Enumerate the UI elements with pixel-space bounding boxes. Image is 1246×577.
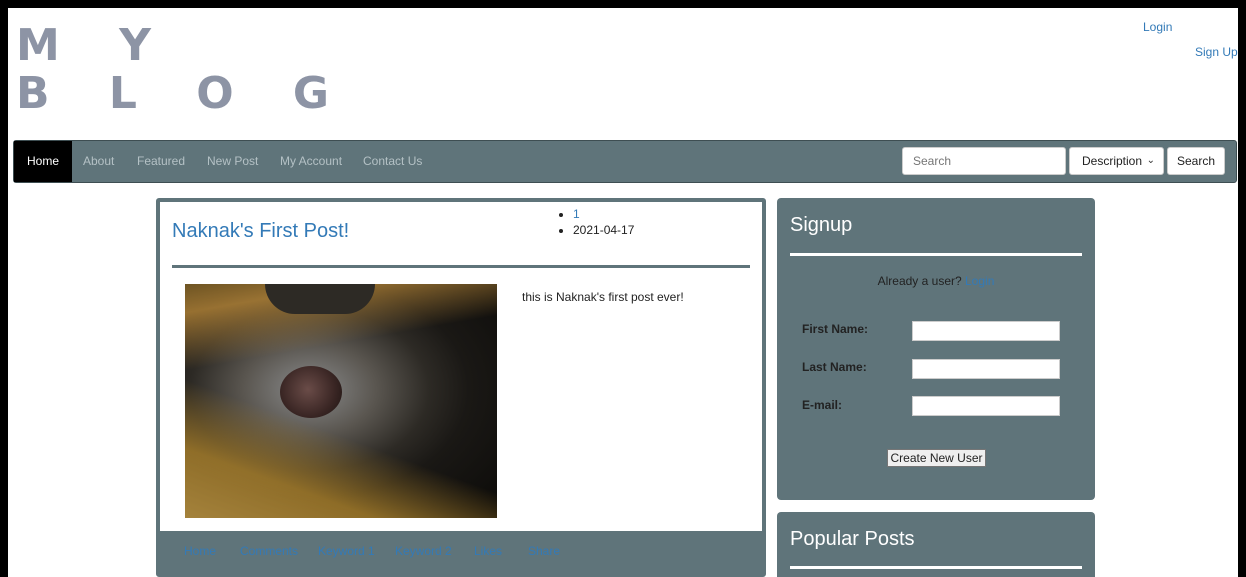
nav-about[interactable]: About (83, 141, 114, 182)
post-divider (172, 265, 750, 268)
signup-title: Signup (790, 214, 853, 236)
nav-home[interactable]: Home (14, 141, 73, 182)
nav-featured[interactable]: Featured (137, 141, 185, 182)
first-name-field[interactable] (912, 321, 1060, 341)
nav-contact-us[interactable]: Contact Us (363, 141, 422, 182)
post-title[interactable]: Naknak's First Post! (172, 220, 349, 243)
post-footer-share[interactable]: Share (528, 544, 560, 558)
post-footer-likes[interactable]: Likes (474, 544, 502, 558)
image-cat-nose (280, 366, 342, 418)
first-name-label: First Name: (802, 322, 869, 336)
post-footer-comments[interactable]: Comments (240, 544, 298, 558)
post-meta-list: 1 2021-04-17 (555, 206, 634, 238)
post-image (185, 284, 497, 518)
logo-line-2: B L O G (16, 68, 352, 119)
search-input[interactable] (902, 147, 1066, 175)
popular-posts-panel: Popular Posts (777, 512, 1095, 577)
popular-title: Popular Posts (790, 528, 915, 550)
post-meta-id: 1 (573, 206, 634, 222)
nav-my-account[interactable]: My Account (280, 141, 342, 182)
search-type-value: Description (1082, 154, 1143, 168)
header-signup-link[interactable]: Sign Up (1195, 45, 1238, 59)
signup-divider (790, 253, 1082, 256)
post-footer-keyword-2[interactable]: Keyword 2 (395, 544, 452, 558)
email-label: E-mail: (802, 398, 843, 412)
header-login-link[interactable]: Login (1143, 20, 1172, 34)
main-navbar: Home About Featured New Post My Account … (13, 140, 1237, 183)
email-field[interactable] (912, 396, 1060, 416)
post-meta-date: 2021-04-17 (573, 222, 634, 238)
already-user-text: Already a user? Login (777, 274, 1095, 288)
post-body: this is Naknak's first post ever! (522, 290, 684, 304)
create-user-button[interactable]: Create New User (887, 449, 986, 467)
signup-login-link[interactable]: Login (965, 274, 994, 288)
image-fur-layer (185, 284, 497, 518)
page: M Y B L O G Login Sign Up Home About Fea… (8, 8, 1238, 577)
popular-divider (790, 566, 1082, 569)
last-name-field[interactable] (912, 359, 1060, 379)
search-type-select[interactable]: Description ⌄ (1069, 147, 1164, 175)
site-logo[interactable]: M Y B L O G (16, 22, 351, 118)
image-eye-shadow (265, 284, 375, 314)
nav-new-post[interactable]: New Post (207, 141, 258, 182)
post-footer-keyword-1[interactable]: Keyword 1 (318, 544, 375, 558)
post-id-link[interactable]: 1 (573, 207, 580, 221)
already-user-label: Already a user? (877, 274, 962, 288)
post-card: Naknak's First Post! 1 2021-04-17 this i… (156, 198, 766, 577)
search-button[interactable]: Search (1167, 147, 1225, 175)
chevron-down-icon: ⌄ (1146, 155, 1155, 166)
post-footer: Home Comments Keyword 1 Keyword 2 Likes … (160, 531, 762, 573)
post-footer-home[interactable]: Home (184, 544, 216, 558)
signup-panel: Signup Already a user? Login First Name:… (777, 198, 1095, 500)
last-name-label: Last Name: (802, 360, 867, 374)
logo-line-1: M Y (16, 20, 173, 71)
